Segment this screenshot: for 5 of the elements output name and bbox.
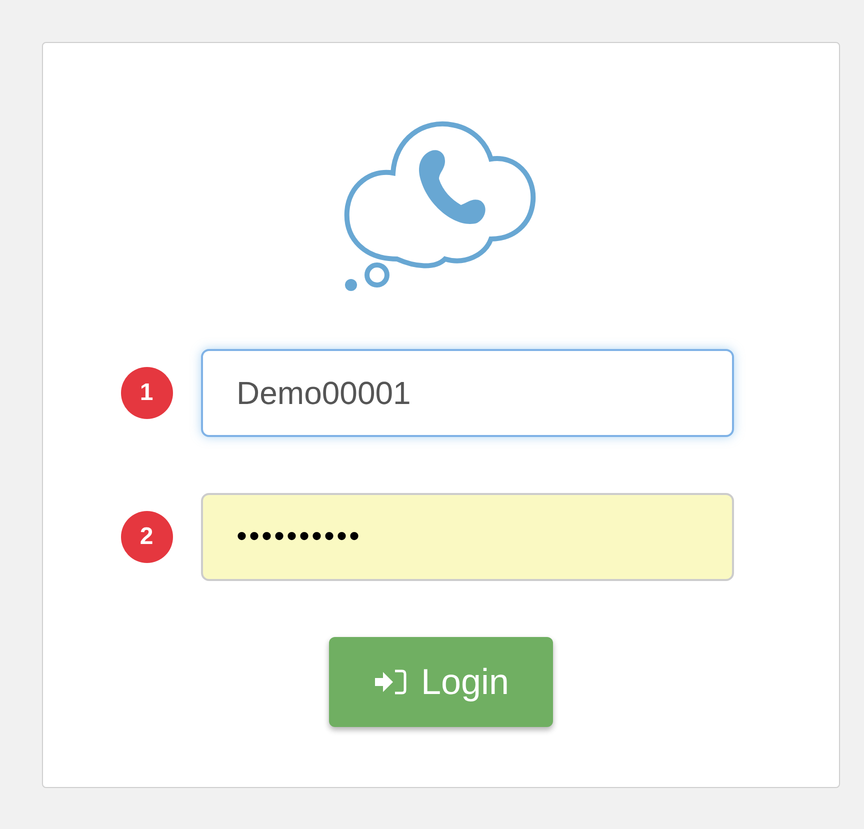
username-field[interactable]: Demo00001 <box>200 349 734 437</box>
step-number-badge: 2 <box>120 511 172 563</box>
password-field[interactable]: •••••••••• <box>200 493 734 581</box>
sign-in-icon <box>372 668 407 696</box>
step-number-badge: 1 <box>120 367 172 419</box>
